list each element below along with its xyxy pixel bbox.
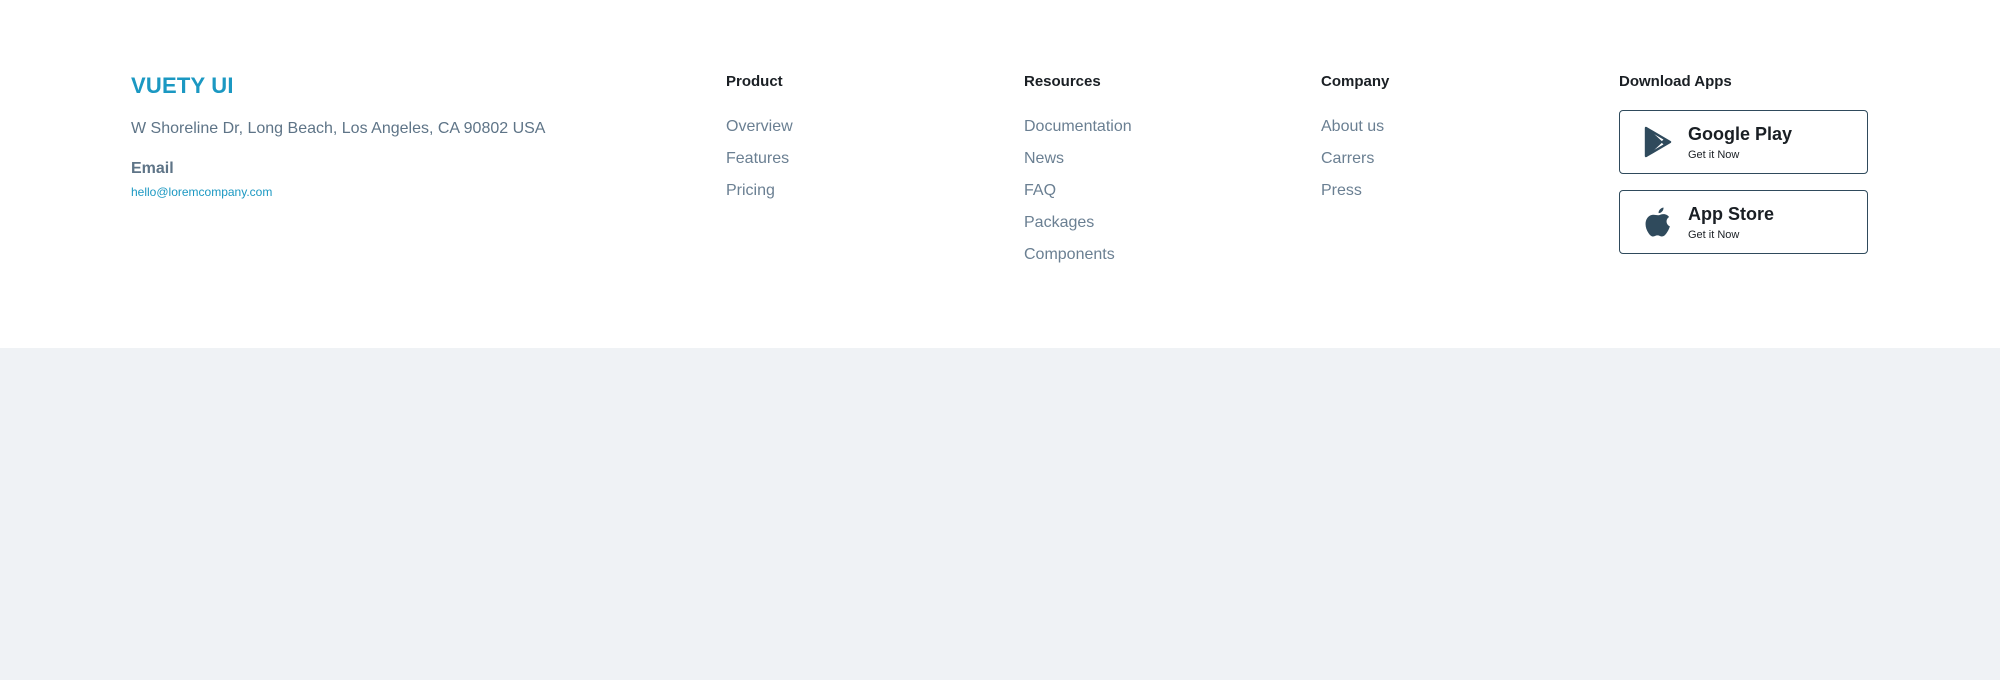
apple-icon [1638, 202, 1678, 242]
google-play-text: Google Play Get it Now [1688, 123, 1792, 162]
app-store-text: App Store Get it Now [1688, 203, 1774, 242]
product-column: Product Overview Features Pricing [726, 72, 793, 212]
google-play-button[interactable]: Google Play Get it Now [1619, 110, 1868, 174]
link-press[interactable]: Press [1321, 180, 1389, 202]
app-store-sub: Get it Now [1688, 228, 1740, 241]
company-address: W Shoreline Dr, Long Beach, Los Angeles,… [131, 120, 546, 137]
email-link[interactable]: hello@loremcompany.com [131, 184, 272, 200]
product-links: Overview Features Pricing [726, 116, 793, 202]
resources-links: Documentation News FAQ Packages Componen… [1024, 116, 1132, 266]
link-overview[interactable]: Overview [726, 116, 793, 138]
company-links: About us Carrers Press [1321, 116, 1389, 202]
site-footer: VUETY UI W Shoreline Dr, Long Beach, Los… [0, 0, 2000, 348]
google-play-name: Google Play [1688, 123, 1793, 144]
google-play-sub: Get it Now [1688, 148, 1740, 161]
link-carrers[interactable]: Carrers [1321, 148, 1389, 170]
google-play-icon [1638, 122, 1678, 162]
download-apps-heading: Download Apps [1619, 73, 1732, 90]
link-documentation[interactable]: Documentation [1024, 116, 1132, 138]
product-heading: Product [726, 73, 783, 90]
company-heading: Company [1321, 73, 1390, 90]
link-about-us[interactable]: About us [1321, 116, 1389, 138]
email-label: Email [131, 160, 174, 177]
link-faq[interactable]: FAQ [1024, 180, 1132, 202]
store-buttons: Google Play Get it Now App Store Get it … [1619, 110, 1868, 254]
link-features[interactable]: Features [726, 148, 793, 170]
company-column: Company About us Carrers Press [1321, 72, 1389, 212]
link-news[interactable]: News [1024, 148, 1132, 170]
brand-column: VUETY UI W Shoreline Dr, Long Beach, Los… [131, 72, 651, 201]
link-components[interactable]: Components [1024, 244, 1132, 266]
brand-logo[interactable]: VUETY UI [131, 72, 651, 100]
download-apps-column: Download Apps Google Play Get it Now App… [1619, 72, 1868, 254]
resources-column: Resources Documentation News FAQ Package… [1024, 72, 1132, 276]
link-packages[interactable]: Packages [1024, 212, 1132, 234]
link-pricing[interactable]: Pricing [726, 180, 793, 202]
app-store-button[interactable]: App Store Get it Now [1619, 190, 1868, 254]
app-store-name: App Store [1688, 203, 1775, 224]
resources-heading: Resources [1024, 73, 1101, 90]
